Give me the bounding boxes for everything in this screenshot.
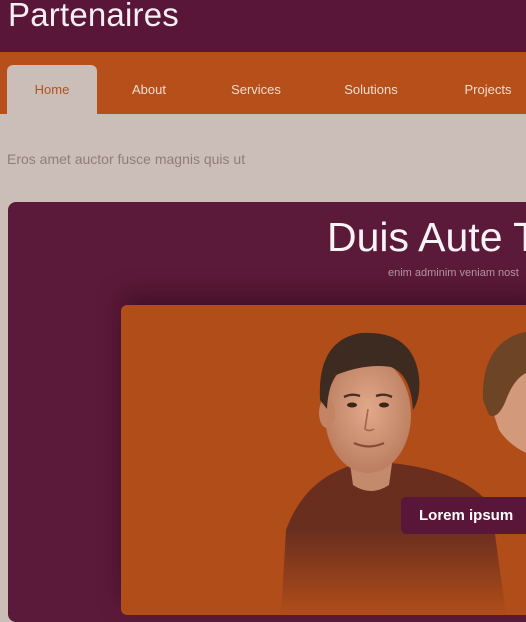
main-nav: Home About Services Solutions Projects: [0, 52, 526, 114]
feature-subtitle: enim adminim veniam nost: [388, 267, 519, 279]
nav-item-about[interactable]: About: [104, 65, 194, 114]
nav-item-solutions[interactable]: Solutions: [325, 65, 417, 114]
site-header: Partenaires: [0, 0, 526, 52]
nav-item-home[interactable]: Home: [7, 65, 97, 114]
feature-slide: [121, 305, 526, 615]
feature-title: Duis Aute T: [327, 214, 526, 260]
cta-button[interactable]: Lorem ipsum: [401, 497, 526, 534]
nav-item-projects[interactable]: Projects: [443, 65, 526, 114]
site-title[interactable]: Partenaires: [8, 0, 179, 34]
tagline: Eros amet auctor fusce magnis quis ut: [7, 151, 246, 167]
nav-item-services[interactable]: Services: [210, 65, 302, 114]
people-photo: [261, 331, 526, 615]
